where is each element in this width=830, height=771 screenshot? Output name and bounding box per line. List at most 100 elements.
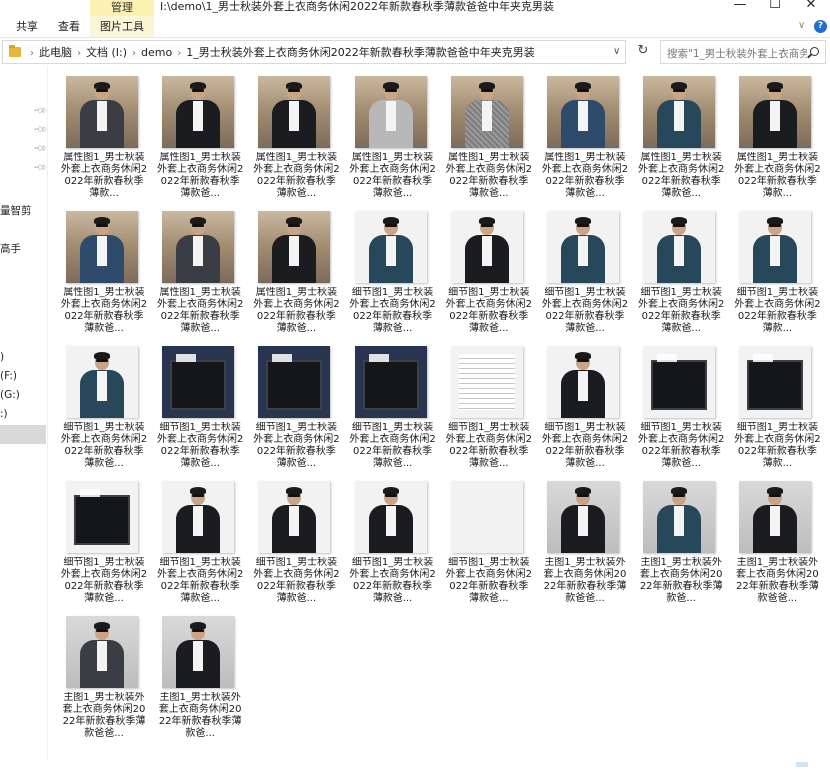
file-item[interactable]: 细节图1_男士秋装外套上衣商务休闲2022年新款春秋季薄款爸... — [349, 344, 437, 474]
file-thumbnail[interactable] — [354, 211, 427, 283]
file-thumbnail[interactable] — [450, 76, 523, 148]
file-item[interactable]: 细节图1_男士秋装外套上衣商务休闲2022年新款春秋季薄款爸... — [349, 479, 437, 609]
file-item[interactable]: 主图1_男士秋装外套上衣商务休闲2022年新款春秋季薄款爸... — [156, 614, 244, 744]
file-item[interactable]: 属性图1_男士秋装外套上衣商务休闲2022年新款春秋季薄款爸... — [541, 74, 629, 204]
file-thumbnail[interactable] — [643, 346, 716, 418]
file-item[interactable]: 细节图1_男士秋装外套上衣商务休闲2022年新款春秋季薄款爸... — [445, 209, 533, 339]
file-item[interactable]: 细节图1_男士秋装外套上衣商务休闲2022年新款春秋季薄款爸... — [541, 344, 629, 474]
file-thumbnail[interactable] — [162, 211, 235, 283]
help-icon[interactable]: ? — [814, 20, 827, 33]
file-item[interactable]: 主图1_男士秋装外套上衣商务休闲2022年新款春秋季薄款爸爸... — [541, 479, 629, 609]
file-thumbnail[interactable] — [739, 481, 812, 553]
file-item[interactable]: 细节图1_男士秋装外套上衣商务休闲2022年新款春秋季薄款爸... — [445, 344, 533, 474]
file-item[interactable]: 细节图1_男士秋装外套上衣商务休闲2022年新款春秋季薄款爸... — [252, 479, 340, 609]
file-thumbnail[interactable] — [258, 481, 331, 553]
file-thumbnail[interactable] — [162, 616, 235, 688]
chevron-right-icon[interactable]: › — [77, 48, 81, 59]
nav-item[interactable]: 量智剪 — [0, 203, 32, 218]
context-tab-manage[interactable]: 管理 — [90, 0, 154, 16]
file-thumbnail[interactable] — [450, 346, 523, 418]
file-item[interactable]: 细节图1_男士秋装外套上衣商务休闲2022年新款春秋季薄款爸... — [637, 209, 725, 339]
file-item[interactable]: 属性图1_男士秋装外套上衣商务休闲2022年新款春秋季薄款... — [733, 74, 821, 204]
file-item[interactable]: 属性图1_男士秋装外套上衣商务休闲2022年新款春秋季薄款爸... — [252, 209, 340, 339]
file-item[interactable]: 细节图1_男士秋装外套上衣商务休闲2022年新款春秋季薄款爸... — [252, 344, 340, 474]
nav-item-selected[interactable] — [0, 425, 46, 444]
address-bar[interactable]: › 此电脑 › 文档 (I:) › demo › 1_男士秋装外套上衣商务休闲2022年新款春… — [2, 40, 626, 64]
file-thumbnail[interactable] — [450, 211, 523, 283]
crumb-current-folder[interactable]: 1_男士秋装外套上衣商务休闲2022年新款春秋季薄款爸爸中年夹克男装 — [186, 46, 535, 59]
file-thumbnail[interactable] — [547, 346, 619, 418]
tab-share[interactable]: 共享 — [16, 16, 38, 38]
tab-picture-tools[interactable]: 图片工具 — [100, 16, 144, 38]
crumb-demo[interactable]: demo — [141, 46, 172, 59]
nav-item[interactable]: :) — [0, 408, 8, 420]
file-thumbnail[interactable] — [354, 346, 427, 418]
file-thumbnail[interactable] — [643, 211, 716, 283]
file-thumbnail[interactable] — [354, 76, 427, 148]
file-item[interactable]: 属性图1_男士秋装外套上衣商务休闲2022年新款春秋季薄款爸... — [349, 74, 437, 204]
file-item[interactable]: 细节图1_男士秋装外套上衣商务休闲2022年新款春秋季薄款爸... — [349, 209, 437, 339]
file-thumbnail[interactable] — [450, 481, 523, 553]
file-item[interactable]: 属性图1_男士秋装外套上衣商务休闲2022年新款春秋季薄款爸... — [252, 74, 340, 204]
nav-item[interactable]: 高手 — [0, 241, 21, 256]
nav-item[interactable]: ) — [0, 351, 4, 363]
file-item[interactable]: 属性图1_男士秋装外套上衣商务休闲2022年新款春秋季薄款爸... — [60, 209, 148, 339]
file-item[interactable]: 主图1_男士秋装外套上衣商务休闲2022年新款春秋季薄款爸爸... — [60, 614, 148, 744]
crumb-drive[interactable]: 文档 (I:) — [86, 46, 127, 59]
file-item[interactable]: 属性图1_男士秋装外套上衣商务休闲2022年新款春秋季薄款爸... — [156, 74, 244, 204]
file-item[interactable]: 细节图1_男士秋装外套上衣商务休闲2022年新款春秋季薄款爸... — [60, 344, 148, 474]
refresh-button[interactable]: ↻ — [632, 40, 654, 64]
file-item[interactable]: 主图1_男士秋装外套上衣商务休闲2022年新款春秋季薄款爸... — [637, 479, 725, 609]
details-view-icon[interactable] — [796, 762, 808, 767]
file-thumbnail[interactable] — [547, 481, 619, 553]
file-item[interactable]: 细节图1_男士秋装外套上衣商务休闲2022年新款春秋季薄款... — [733, 344, 821, 474]
file-thumbnail[interactable] — [739, 211, 812, 283]
file-thumbnail[interactable] — [739, 76, 812, 148]
crumb-this-pc[interactable]: 此电脑 — [39, 46, 72, 59]
file-item[interactable]: 属性图1_男士秋装外套上衣商务休闲2022年新款春秋季薄款爸... — [156, 209, 244, 339]
view-toggle[interactable] — [794, 752, 824, 767]
file-thumbnail[interactable] — [66, 616, 138, 688]
file-thumbnail[interactable] — [354, 481, 427, 553]
pin-icon[interactable]: 📌︎ — [32, 103, 47, 118]
file-item[interactable]: 属性图1_男士秋装外套上衣商务休闲2022年新款春秋季薄款爸... — [445, 74, 533, 204]
file-thumbnail[interactable] — [739, 346, 812, 418]
file-thumbnail[interactable] — [547, 76, 619, 148]
file-item[interactable]: 细节图1_男士秋装外套上衣商务休闲2022年新款春秋季薄款爸... — [60, 479, 148, 609]
file-thumbnail[interactable] — [66, 481, 138, 553]
maximize-button[interactable]: ☐ — [757, 0, 793, 14]
file-item[interactable]: 属性图1_男士秋装外套上衣商务休闲2022年新款春秋季薄款... — [60, 74, 148, 204]
file-item[interactable]: 细节图1_男士秋装外套上衣商务休闲2022年新款春秋季薄款爸... — [541, 209, 629, 339]
file-thumbnail[interactable] — [66, 346, 138, 418]
chevron-right-icon[interactable]: › — [177, 48, 181, 59]
address-dropdown-icon[interactable]: ∨ — [613, 46, 620, 57]
search-input[interactable]: 搜索"1_男士秋装外套上衣商务... — [667, 46, 807, 61]
file-item[interactable]: 细节图1_男士秋装外套上衣商务休闲2022年新款春秋季薄款爸... — [637, 344, 725, 474]
file-thumbnail[interactable] — [162, 346, 235, 418]
file-thumbnail[interactable] — [258, 346, 331, 418]
chevron-right-icon[interactable]: › — [132, 48, 136, 59]
file-thumbnail[interactable] — [643, 76, 716, 148]
file-thumbnail[interactable] — [66, 76, 138, 148]
file-thumbnail[interactable] — [162, 481, 235, 553]
search-box[interactable]: 搜索"1_男士秋装外套上衣商务... — [660, 40, 826, 64]
file-thumbnail[interactable] — [643, 481, 716, 553]
nav-item[interactable]: (F:) — [0, 370, 17, 382]
file-item[interactable]: 属性图1_男士秋装外套上衣商务休闲2022年新款春秋季薄款爸... — [637, 74, 725, 204]
ribbon-collapse-icon[interactable]: ∨ — [798, 20, 805, 31]
file-item[interactable]: 主图1_男士秋装外套上衣商务休闲2022年新款春秋季薄款爸爸... — [733, 479, 821, 609]
file-thumbnail[interactable] — [547, 211, 619, 283]
pin-icon[interactable]: 📌︎ — [32, 160, 47, 175]
search-icon[interactable] — [810, 47, 819, 56]
file-thumbnail[interactable] — [162, 76, 235, 148]
file-thumbnail[interactable] — [66, 211, 138, 283]
file-item[interactable]: 细节图1_男士秋装外套上衣商务休闲2022年新款春秋季薄款爸... — [156, 479, 244, 609]
file-item[interactable]: 细节图1_男士秋装外套上衣商务休闲2022年新款春秋季薄款爸... — [445, 479, 533, 609]
file-thumbnail[interactable] — [258, 211, 331, 283]
file-thumbnail[interactable] — [258, 76, 331, 148]
minimize-button[interactable]: — — [722, 0, 758, 14]
nav-item[interactable]: (G:) — [0, 389, 20, 401]
file-item[interactable]: 细节图1_男士秋装外套上衣商务休闲2022年新款春秋季薄款... — [733, 209, 821, 339]
file-item[interactable]: 细节图1_男士秋装外套上衣商务休闲2022年新款春秋季薄款爸... — [156, 344, 244, 474]
close-button[interactable]: ✕ — [793, 0, 829, 14]
